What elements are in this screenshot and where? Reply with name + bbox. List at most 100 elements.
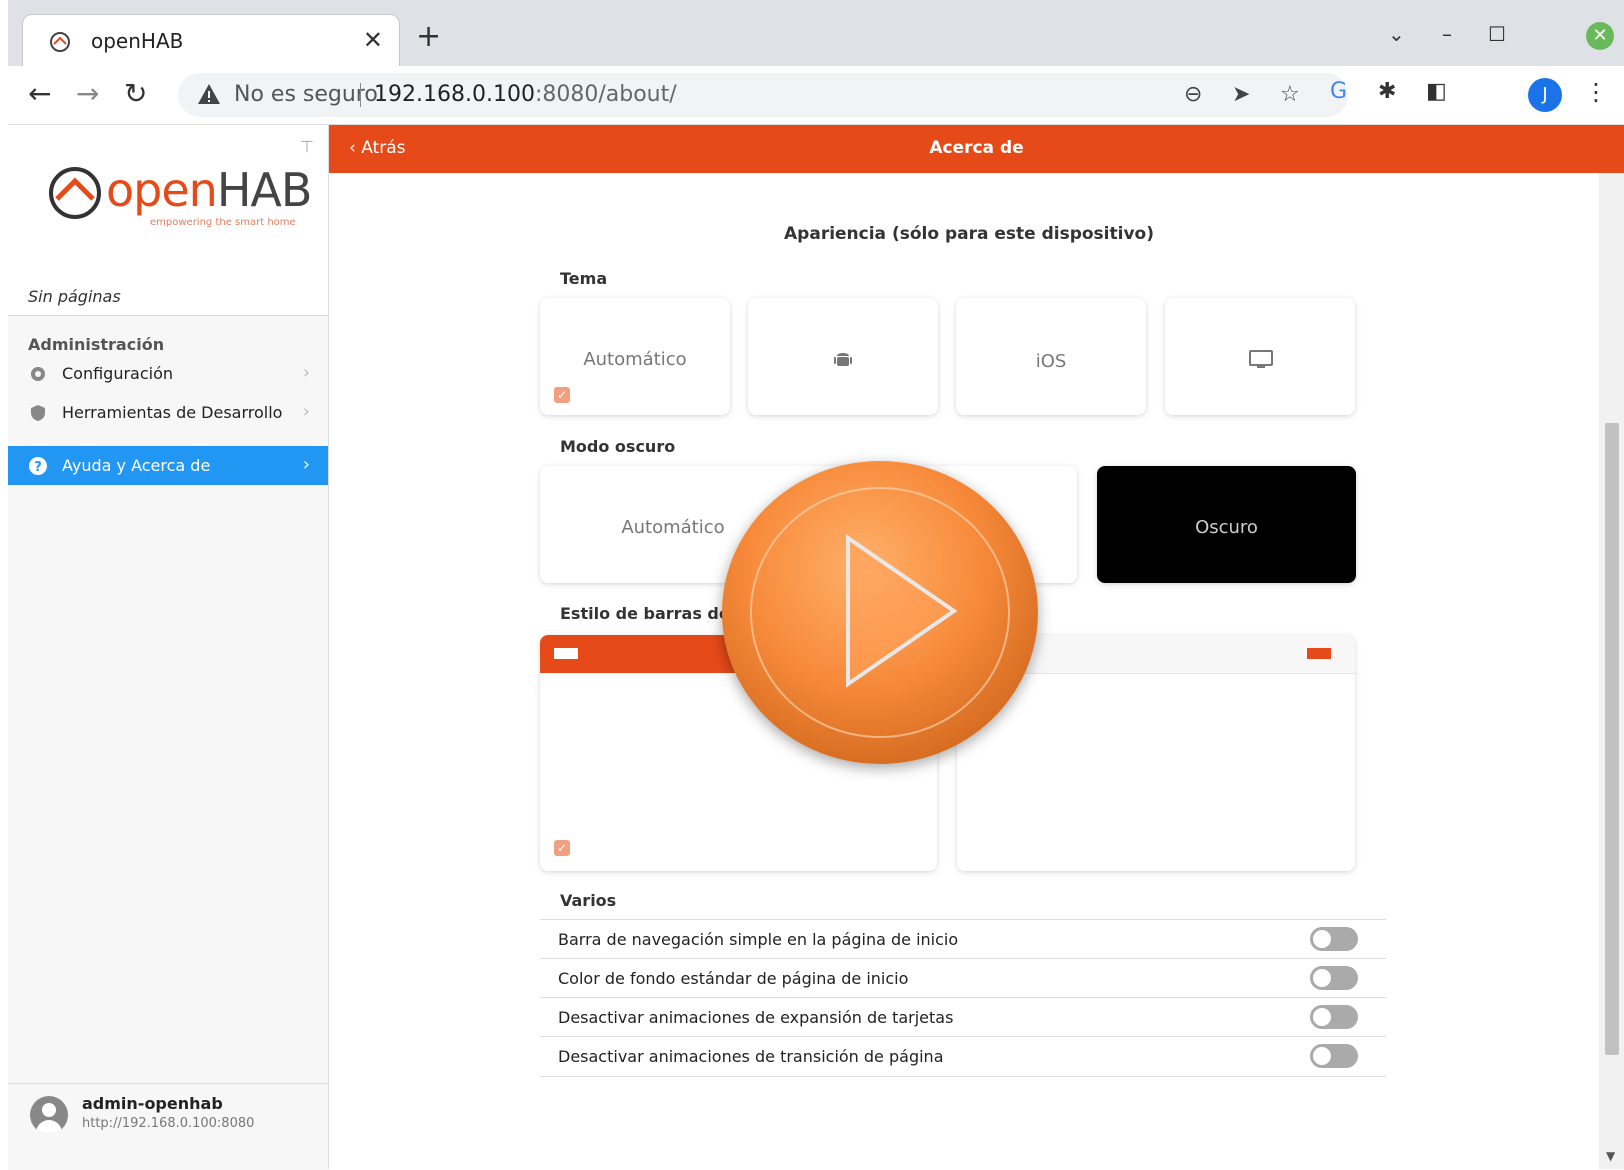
user-info[interactable]: admin-openhab http://192.168.0.100:8080 [8,1083,328,1170]
browser-tab[interactable]: openHAB ✕ [22,14,400,69]
user-avatar [30,1096,68,1134]
chevron-right-icon: › [302,401,310,422]
bookmark-star-icon[interactable]: ☆ [1280,82,1300,107]
logo-tagline: empowering the smart home [150,217,296,228]
no-pages-label: Sin páginas [28,287,121,306]
misc-row-label: Barra de navegación simple en la página … [558,930,959,949]
insecure-label: No es seguro [234,82,378,107]
gear-icon [31,367,45,381]
address-bar[interactable]: No es seguro 192.168.0.100:8080/about/ ⊖… [178,73,1348,117]
toggle-knob [1313,969,1331,987]
logo-wordmark: openHAB [106,163,313,217]
warning-icon [198,84,220,104]
theme-option-android[interactable] [748,298,938,415]
url-host: 192.168.0.100 [374,82,535,107]
play-button-overlay[interactable] [722,461,1038,764]
theme-option-label: Automático [583,349,687,370]
side-panel-icon[interactable]: ◧ [1426,79,1447,104]
dark-mode-option-dark[interactable]: Oscuro [1097,466,1356,583]
url-text: 192.168.0.100:8080/about/ [374,82,677,107]
forward-arrow-icon[interactable]: → [76,76,99,112]
user-name: admin-openhab [82,1094,223,1113]
theme-option-ios[interactable]: iOS [956,298,1146,415]
toggle-switch[interactable] [1310,1005,1358,1029]
misc-title: Varios [560,891,617,910]
logo-open: open [106,163,218,217]
back-arrow-icon[interactable]: ← [28,76,51,112]
misc-row-label: Desactivar animaciones de expansión de t… [558,1008,954,1027]
no-pages-item: Sin páginas [8,277,328,316]
play-icon [846,534,958,688]
chevron-right-icon: › [302,454,310,475]
sidebar-item-configuracion[interactable]: Configuración › [8,354,328,394]
dark-mode-title: Modo oscuro [560,437,676,456]
theme-option-auto[interactable]: Automático ✓ [540,298,730,415]
extensions-puzzle-icon[interactable]: ✱ [1378,79,1396,104]
toggle-switch[interactable] [1310,927,1358,951]
tab-search-chevron-icon[interactable]: ⌄ [1388,22,1405,46]
send-icon[interactable]: ➤ [1232,82,1250,107]
svg-text:?: ? [34,460,42,475]
theme-option-desktop[interactable] [1165,298,1355,415]
logo-hab: HAB [216,163,313,217]
sidebar: ⊤ openHAB empowering the smart home Sin … [8,125,329,1170]
maximize-icon[interactable]: ☐ [1488,22,1506,46]
scroll-down-arrow-icon[interactable]: ▼ [1606,1149,1615,1163]
checkbox-checked-icon: ✓ [554,840,570,856]
page-scrollbar[interactable]: ▼ [1599,173,1624,1169]
kebab-menu-icon[interactable]: ⋮ [1584,78,1608,106]
sidebar-item-ayuda[interactable]: ? Ayuda y Acerca de › [8,446,328,485]
toggle-knob [1313,1047,1331,1065]
appearance-heading: Apariencia (sólo para este dispositivo) [784,224,1154,244]
url-path: :8080/about/ [534,82,677,107]
scrollbar-thumb[interactable] [1605,423,1619,1055]
profile-avatar[interactable]: J [1528,78,1562,112]
sidebar-item-herramientas[interactable]: Herramientas de Desarrollo › [8,393,328,433]
misc-row: Desactivar animaciones de transición de … [540,1036,1386,1077]
translate-icon[interactable]: G [1330,79,1347,104]
openhab-logo-icon [49,167,101,219]
admin-section-title: Administración [28,335,165,354]
misc-row-label: Color de fondo estándar de página de ini… [558,969,909,988]
window-close-icon[interactable]: ✕ [1586,22,1614,50]
browser-tab-strip: openHAB ✕ + ⌄ – ☐ ✕ [8,0,1624,69]
theme-title: Tema [560,269,608,288]
openhab-favicon-icon [50,32,70,52]
nav-bar-style-title: Estilo de barras de n [560,604,747,623]
pin-icon[interactable]: ⊤ [300,137,314,156]
sidebar-item-label: Herramientas de Desarrollo [62,403,283,422]
avatar-body [36,1120,62,1134]
reload-icon[interactable]: ↻ [124,76,147,112]
toggle-knob [1313,930,1331,948]
chevron-right-icon: › [302,362,310,383]
dark-mode-option-label: Oscuro [1195,517,1258,538]
openhab-logo: openHAB empowering the smart home [48,163,312,228]
top-navbar: ‹ Atrás Acerca de [329,125,1624,173]
tab-close-icon[interactable]: ✕ [363,26,383,54]
new-tab-button[interactable]: + [416,22,441,52]
browser-toolbar: ← → ↻ No es seguro 192.168.0.100:8080/ab… [8,66,1624,125]
zoom-icon[interactable]: ⊖ [1184,82,1202,107]
nav-bar-preview-button [554,648,578,659]
sidebar-item-label: Ayuda y Acerca de [62,456,211,475]
toggle-switch[interactable] [1310,1044,1358,1068]
user-url: http://192.168.0.100:8080 [82,1116,255,1131]
desktop-icon [1249,350,1273,368]
misc-row: Desactivar animaciones de expansión de t… [540,997,1386,1037]
theme-option-label: iOS [1035,351,1067,372]
address-separator [360,83,361,107]
android-icon [834,353,852,366]
toggle-switch[interactable] [1310,966,1358,990]
page-title: Acerca de [929,138,1024,158]
misc-row: Color de fondo estándar de página de ini… [540,958,1386,998]
toggle-knob [1313,1008,1331,1026]
tab-title: openHAB [91,29,184,53]
sidebar-item-label: Configuración [62,364,174,383]
minimize-icon[interactable]: – [1442,22,1452,46]
shield-icon [31,405,45,421]
misc-row: Barra de navegación simple en la página … [540,919,1386,959]
avatar-head [42,1103,56,1117]
logo-area: ⊤ openHAB empowering the smart home [8,125,328,278]
nav-bar-preview-button [1307,648,1331,659]
help-icon: ? [29,457,47,475]
